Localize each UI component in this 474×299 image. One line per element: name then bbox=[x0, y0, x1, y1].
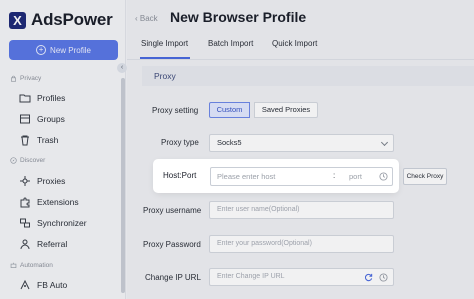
referral-icon bbox=[20, 239, 30, 250]
change-ip-url-placeholder: Enter Change IP URL bbox=[217, 273, 285, 280]
check-proxy-button[interactable]: Check Proxy bbox=[403, 168, 447, 185]
proxy-type-label: Proxy type bbox=[161, 138, 199, 147]
host-port-field[interactable]: Please enter host : port bbox=[210, 167, 393, 186]
sidebar-scrollbar[interactable] bbox=[121, 78, 125, 293]
section-label: Automation bbox=[20, 262, 53, 269]
clock-icon[interactable] bbox=[379, 172, 388, 181]
proxy-username-label: Proxy username bbox=[143, 206, 202, 215]
section-label: Discover bbox=[20, 157, 46, 164]
proxy-password-label: Proxy Password bbox=[143, 240, 201, 249]
page-title: New Browser Profile bbox=[170, 9, 307, 25]
sidebar-item-label: Proxies bbox=[37, 176, 66, 186]
host-input[interactable]: Please enter host bbox=[217, 172, 275, 181]
sidebar-item-groups[interactable]: Groups bbox=[19, 113, 65, 125]
sidebar: X AdsPower + New Profile ‹ Privacy Profi… bbox=[0, 0, 127, 299]
change-ip-url-input[interactable]: Enter Change IP URL bbox=[209, 268, 394, 286]
sidebar-item-trash[interactable]: Trash bbox=[19, 134, 58, 146]
section-discover: Discover bbox=[10, 157, 45, 164]
app-name: AdsPower bbox=[31, 10, 113, 29]
section-label: Privacy bbox=[20, 75, 42, 82]
clock-icon[interactable] bbox=[379, 273, 388, 282]
sidebar-item-extensions[interactable]: Extensions bbox=[19, 196, 79, 208]
change-ip-url-label: Change IP URL bbox=[145, 273, 201, 282]
proxy-password-input[interactable]: Enter your password(Optional) bbox=[209, 235, 394, 253]
folder-icon bbox=[19, 94, 31, 103]
active-tab-indicator bbox=[140, 57, 190, 59]
fb-auto-icon bbox=[20, 279, 30, 290]
trash-icon bbox=[21, 135, 29, 146]
proxies-icon bbox=[20, 176, 30, 186]
proxy-username-input[interactable]: Enter user name(Optional) bbox=[209, 201, 394, 219]
main-content: ‹ Back New Browser Profile Single Import… bbox=[127, 0, 474, 299]
tab-single-import[interactable]: Single Import bbox=[141, 39, 188, 48]
back-button[interactable]: ‹ Back bbox=[135, 14, 158, 23]
collapse-sidebar-icon[interactable]: ‹ bbox=[117, 63, 127, 73]
section-automation: Automation bbox=[10, 262, 53, 269]
host-port-highlight: Host:Port Please enter host : port bbox=[155, 161, 397, 191]
app-logo[interactable]: X AdsPower bbox=[9, 10, 113, 30]
groups-icon bbox=[20, 114, 30, 124]
port-input[interactable]: port bbox=[349, 172, 362, 181]
sidebar-item-label: Extensions bbox=[37, 197, 79, 207]
proxy-type-select[interactable]: Socks5 bbox=[209, 134, 394, 152]
compass-icon bbox=[10, 157, 17, 164]
sidebar-item-fb-auto[interactable]: FB Auto bbox=[19, 279, 67, 291]
robot-icon bbox=[10, 262, 17, 268]
new-profile-button[interactable]: + New Profile bbox=[9, 40, 118, 60]
sidebar-item-label: Groups bbox=[37, 114, 65, 124]
new-profile-label: New Profile bbox=[50, 45, 91, 55]
host-port-label: Host:Port bbox=[163, 171, 197, 180]
tab-batch-import[interactable]: Batch Import bbox=[208, 39, 253, 48]
sidebar-item-referral[interactable]: Referral bbox=[19, 238, 67, 250]
proxy-setting-custom[interactable]: Custom bbox=[209, 102, 250, 118]
sidebar-item-label: Referral bbox=[37, 239, 68, 249]
extensions-icon bbox=[20, 197, 30, 208]
sidebar-item-label: Trash bbox=[37, 135, 59, 145]
sidebar-item-synchronizer[interactable]: Synchronizer bbox=[19, 217, 87, 229]
section-privacy: Privacy bbox=[10, 75, 41, 82]
refresh-icon[interactable] bbox=[364, 273, 373, 282]
import-tabs: Single Import Batch Import Quick Import bbox=[127, 36, 474, 60]
sidebar-item-label: Profiles bbox=[37, 93, 66, 103]
proxy-type-value: Socks5 bbox=[217, 138, 242, 147]
lock-icon bbox=[11, 75, 16, 82]
sidebar-item-profiles[interactable]: Profiles bbox=[19, 92, 65, 104]
proxy-setting-label: Proxy setting bbox=[152, 106, 199, 115]
sidebar-item-proxies[interactable]: Proxies bbox=[19, 175, 65, 187]
chevron-down-icon bbox=[380, 138, 389, 147]
plus-icon: + bbox=[36, 45, 47, 55]
adspower-logo-icon: X bbox=[9, 11, 26, 29]
sidebar-item-label: Synchronizer bbox=[37, 218, 87, 228]
tab-quick-import[interactable]: Quick Import bbox=[272, 39, 317, 48]
proxy-section-header: Proxy bbox=[142, 66, 474, 86]
synchronizer-icon bbox=[20, 218, 30, 228]
back-label: Back bbox=[139, 14, 158, 23]
port-separator: : bbox=[333, 171, 336, 180]
sidebar-item-label: FB Auto bbox=[37, 280, 68, 290]
proxy-setting-saved-proxies[interactable]: Saved Proxies bbox=[254, 102, 318, 118]
proxy-section-title: Proxy bbox=[154, 71, 176, 81]
